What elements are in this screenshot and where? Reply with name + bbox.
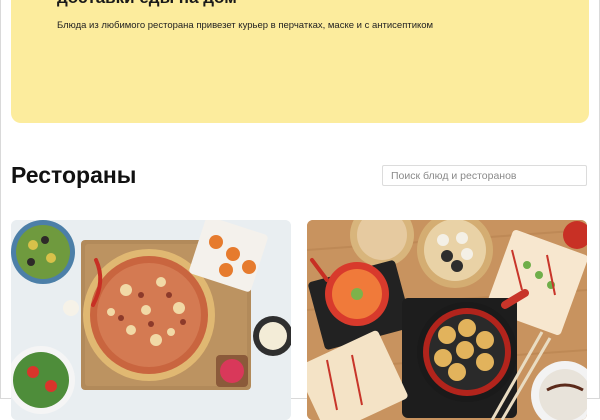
pizza-photo	[11, 220, 291, 420]
section-title: Рестораны	[11, 162, 137, 188]
search-input[interactable]	[382, 165, 587, 186]
promo-title: доставки еды на дом	[57, 0, 237, 8]
promo-banner: доставки еды на дом Блюда из любимого ре…	[11, 0, 589, 123]
promo-subtitle: Блюда из любимого ресторана привезет кур…	[57, 20, 434, 31]
restaurant-card[interactable]	[11, 220, 291, 420]
asian-dishes-photo	[307, 220, 587, 420]
restaurant-card[interactable]	[307, 220, 587, 420]
